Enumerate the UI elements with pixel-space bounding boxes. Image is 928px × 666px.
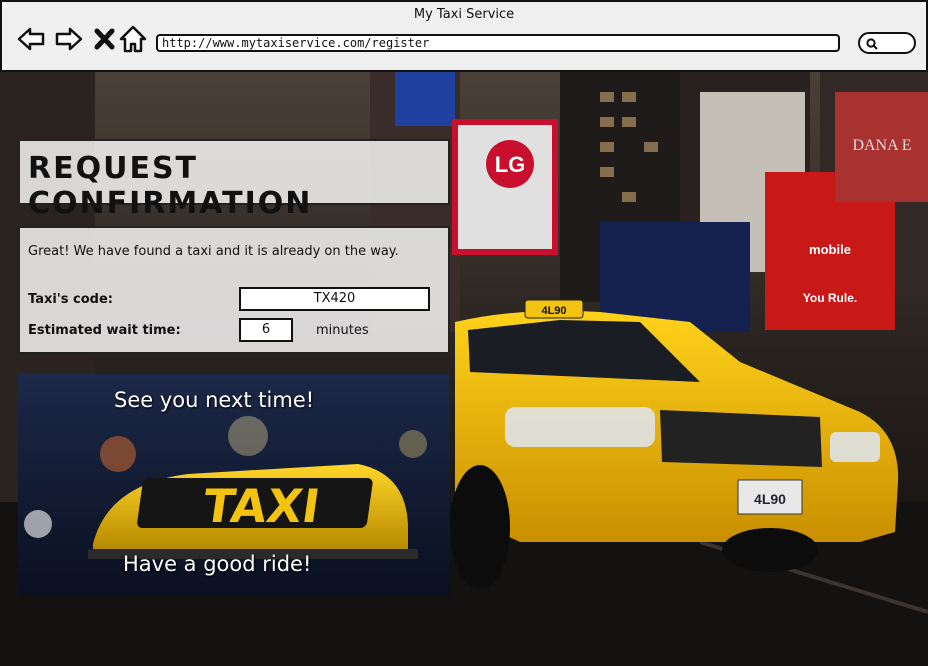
search-field[interactable] [858,32,916,54]
cab-roof-number: 4L90 [541,305,566,317]
page-title: REQUEST CONFIRMATION [28,151,313,221]
wait-time-label: Estimated wait time: [28,323,181,338]
taxi-sign-text: TAXI [200,479,324,533]
back-arrow-icon[interactable] [16,24,46,54]
forward-arrow-icon[interactable] [54,24,84,54]
title-panel: REQUEST CONFIRMATION [18,139,450,221]
billboard-lg-text: LG [495,152,526,177]
taxi-code-field: TX420 [239,287,430,311]
goodbye-banner: TAXI See you next time! Have a good ride… [18,374,450,596]
confirmation-panel: Great! We have found a taxi and it is al… [18,226,450,354]
address-bar[interactable]: http://www.mytaxiservice.com/register [156,34,840,52]
good-ride-message: Have a good ride! [123,552,312,576]
billboard-dana-text: DANA E [852,137,911,154]
wait-time-field: 6 [239,318,293,342]
billboard-slogan-text: You Rule. [803,291,857,305]
license-plate: 4L90 [754,491,786,507]
taxi-code-label: Taxi's code: [28,292,114,307]
home-icon[interactable] [118,24,148,54]
goodbye-message: See you next time! [114,388,315,412]
search-icon [866,38,878,50]
wait-time-unit: minutes [316,323,369,338]
close-icon[interactable] [90,24,120,54]
billboard-mobile-text: mobile [809,242,851,257]
window-title: My Taxi Service [413,7,515,22]
browser-window: My Taxi Service http://www.mytaxiservice… [0,0,928,72]
confirmation-message: Great! We have found a taxi and it is al… [28,244,399,259]
